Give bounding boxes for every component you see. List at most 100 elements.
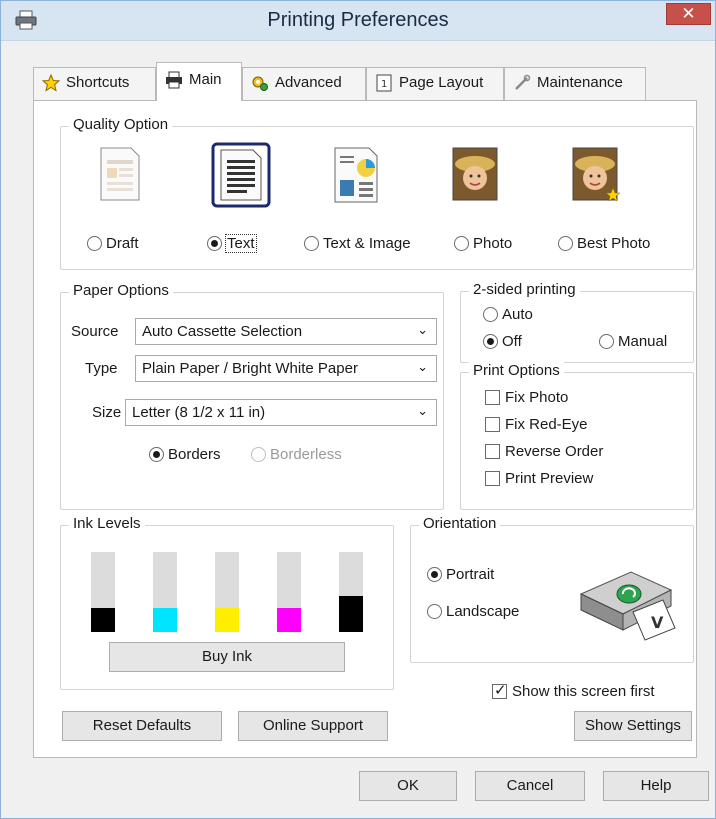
- radio-label: Manual: [618, 333, 668, 350]
- checkbox-label: Fix Red-Eye: [505, 416, 588, 433]
- radio-label: Portrait: [446, 566, 495, 583]
- tab-label: Main: [189, 71, 222, 88]
- print-options-group: Print Options Fix Photo Fix Red-Eye Reve…: [460, 362, 694, 510]
- orientation-title: Orientation: [419, 515, 501, 532]
- button-label: Help: [640, 777, 672, 794]
- quality-best-photo-radio[interactable]: Best Photo: [558, 235, 650, 252]
- best-photo-quality-icon[interactable]: [569, 144, 621, 204]
- text-and-image-quality-icon[interactable]: [329, 144, 389, 204]
- ink-cartridge-4: [277, 552, 301, 632]
- star-icon: [42, 74, 60, 92]
- text-quality-icon[interactable]: [211, 142, 271, 208]
- quality-text-radio[interactable]: Text: [207, 234, 257, 253]
- button-label: Reset Defaults: [92, 717, 192, 734]
- checkbox-label: Print Preview: [505, 470, 594, 487]
- ok-button[interactable]: OK: [359, 771, 457, 801]
- chevron-down-icon: ⌄: [417, 403, 428, 418]
- orientation-group: Orientation Portrait Landscape V: [410, 515, 694, 663]
- tab-advanced[interactable]: Advanced: [242, 67, 366, 100]
- show-screen-first-checkbox[interactable]: Show this screen first: [492, 681, 655, 700]
- radio-indicator: [251, 447, 266, 462]
- button-label: Online Support: [262, 717, 364, 734]
- radio-indicator: [483, 307, 498, 322]
- button-label: Cancel: [506, 777, 554, 794]
- type-dropdown[interactable]: Plain Paper / Bright White Paper ⌄: [135, 355, 437, 382]
- ink-levels-group: Ink Levels Buy Ink: [60, 515, 394, 690]
- help-button[interactable]: Help: [603, 771, 709, 801]
- close-icon: ✕: [681, 4, 696, 23]
- ink-fill-level: [277, 608, 301, 632]
- checkbox-indicator: [492, 681, 507, 699]
- print-preview-checkbox[interactable]: Print Preview: [485, 470, 593, 487]
- tab-label: Advanced: [275, 74, 342, 91]
- ink-cartridge-3: [215, 552, 239, 632]
- checkbox-indicator: [485, 390, 500, 405]
- size-label: Size: [92, 404, 122, 421]
- radio-indicator: [207, 236, 222, 251]
- checkbox-indicator: [485, 471, 500, 486]
- radio-indicator: [149, 447, 164, 462]
- two-sided-off-radio[interactable]: Off: [483, 333, 522, 350]
- source-dropdown[interactable]: Auto Cassette Selection ⌄: [135, 318, 437, 345]
- radio-label: Photo: [473, 235, 513, 252]
- wrench-icon: [515, 74, 531, 90]
- ink-fill-level: [339, 596, 363, 632]
- paper-options-group: Paper Options Source Auto Cassette Selec…: [60, 282, 444, 510]
- tab-label: Page Layout: [399, 74, 484, 91]
- photo-quality-icon[interactable]: [449, 144, 501, 204]
- reverse-order-checkbox[interactable]: Reverse Order: [485, 443, 603, 460]
- quality-text-image-radio[interactable]: Text & Image: [304, 235, 411, 252]
- size-dropdown[interactable]: Letter (8 1/2 x 11 in) ⌄: [125, 399, 437, 426]
- title-bar[interactable]: Printing Preferences ✕: [1, 1, 715, 41]
- type-label: Type: [85, 360, 118, 377]
- cancel-button[interactable]: Cancel: [475, 771, 585, 801]
- checkbox-label: Reverse Order: [505, 443, 604, 460]
- fix-photo-checkbox[interactable]: Fix Photo: [485, 389, 568, 406]
- show-settings-button[interactable]: Show Settings: [574, 711, 692, 741]
- fix-red-eye-checkbox[interactable]: Fix Red-Eye: [485, 416, 588, 433]
- print-options-title: Print Options: [469, 362, 564, 379]
- portrait-radio[interactable]: Portrait: [427, 566, 494, 583]
- ink-fill-level: [91, 608, 115, 632]
- landscape-radio[interactable]: Landscape: [427, 603, 519, 620]
- two-sided-auto-radio[interactable]: Auto: [483, 306, 533, 323]
- checkbox-indicator: [485, 417, 500, 432]
- radio-label: Off: [502, 333, 522, 350]
- two-sided-manual-radio[interactable]: Manual: [599, 333, 667, 350]
- quality-option-group: Quality Option Draft Text Text & Image P…: [60, 116, 694, 270]
- radio-label: Text: [225, 234, 257, 253]
- ink-fill-level: [215, 608, 239, 632]
- tab-main[interactable]: Main: [156, 62, 242, 101]
- radio-indicator: [87, 236, 102, 251]
- radio-label: Draft: [106, 235, 139, 252]
- chevron-down-icon: ⌄: [417, 359, 428, 374]
- source-label: Source: [71, 323, 119, 340]
- radio-label: Auto: [502, 306, 533, 323]
- reset-defaults-button[interactable]: Reset Defaults: [62, 711, 222, 741]
- radio-indicator: [599, 334, 614, 349]
- radio-indicator: [427, 567, 442, 582]
- tab-maintenance[interactable]: Maintenance: [504, 67, 646, 100]
- printer-orientation-icon: V: [579, 571, 676, 641]
- tab-shortcuts[interactable]: Shortcuts: [33, 67, 156, 100]
- quality-option-title: Quality Option: [69, 116, 173, 133]
- buy-ink-label: Buy Ink: [201, 648, 253, 665]
- close-button[interactable]: ✕: [666, 3, 711, 25]
- radio-indicator: [304, 236, 319, 251]
- ink-levels-title: Ink Levels: [69, 515, 145, 532]
- draft-quality-icon[interactable]: [93, 144, 145, 204]
- radio-indicator: [454, 236, 469, 251]
- svg-text:1: 1: [381, 79, 387, 90]
- paper-options-title: Paper Options: [69, 282, 173, 299]
- borderless-radio[interactable]: Borderless: [251, 446, 342, 463]
- online-support-button[interactable]: Online Support: [238, 711, 388, 741]
- radio-label: Borders: [168, 446, 221, 463]
- ink-cartridge-2: [153, 552, 177, 632]
- checkbox-label: Show this screen first: [512, 683, 655, 700]
- borders-radio[interactable]: Borders: [149, 446, 221, 463]
- page-number-icon: 1: [376, 74, 392, 92]
- quality-photo-radio[interactable]: Photo: [454, 235, 512, 252]
- tab-page-layout[interactable]: 1 Page Layout: [366, 67, 504, 100]
- buy-ink-button[interactable]: Buy Ink: [109, 642, 345, 672]
- quality-draft-radio[interactable]: Draft: [87, 235, 139, 252]
